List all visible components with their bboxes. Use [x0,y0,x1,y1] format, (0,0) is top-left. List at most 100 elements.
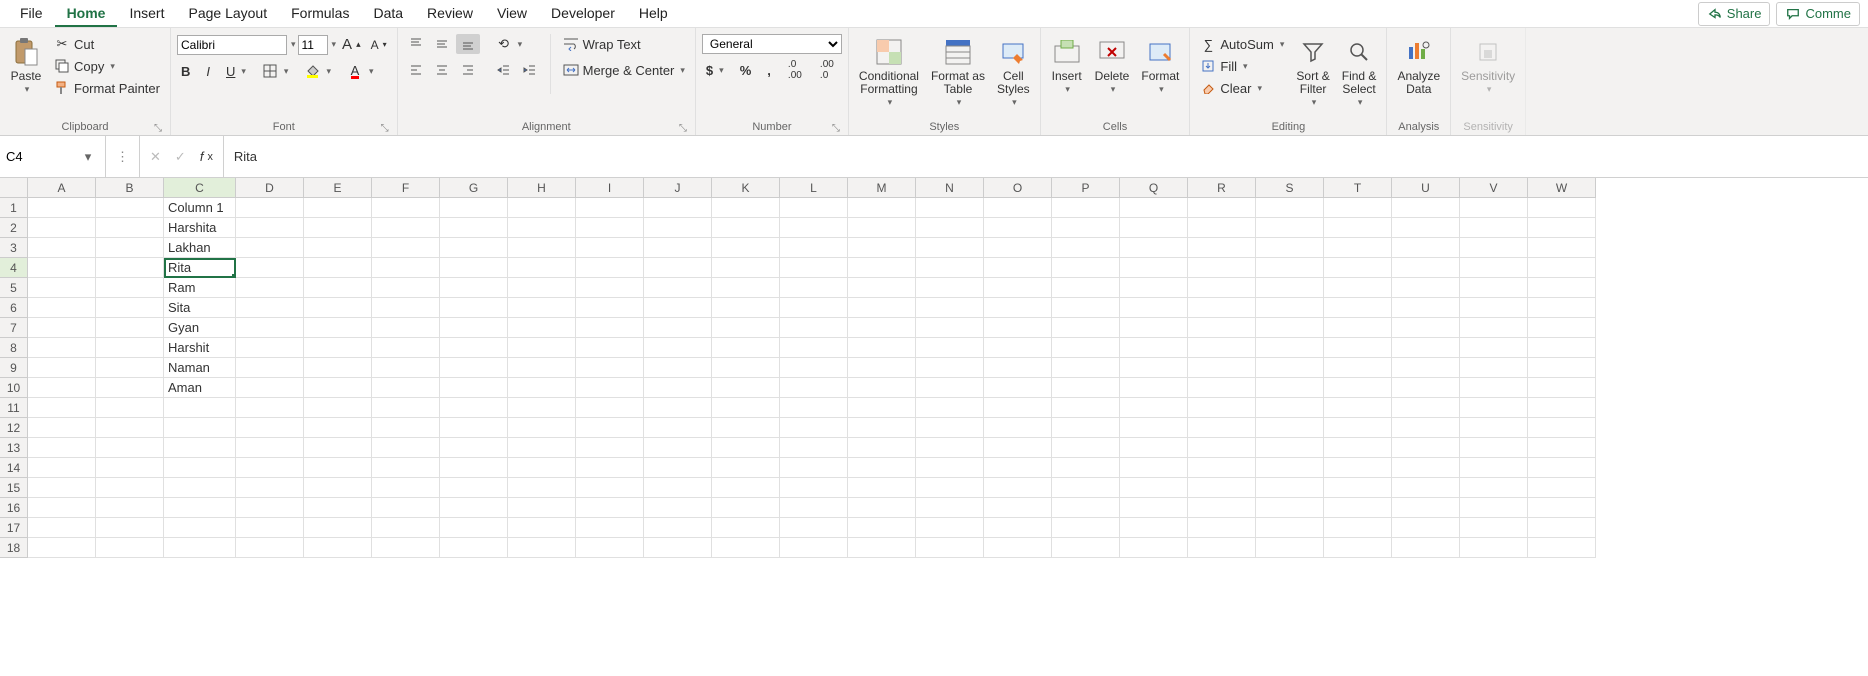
cell-B7[interactable] [96,318,164,338]
col-header-W[interactable]: W [1528,178,1596,198]
cell-L8[interactable] [780,338,848,358]
decrease-decimal-button[interactable]: .00.0 [815,60,839,80]
cell-I18[interactable] [576,538,644,558]
cell-M11[interactable] [848,398,916,418]
cell-G10[interactable] [440,378,508,398]
font-name-input[interactable] [177,35,287,55]
cell-G11[interactable] [440,398,508,418]
cell-I5[interactable] [576,278,644,298]
cell-K1[interactable] [712,198,780,218]
cell-N18[interactable] [916,538,984,558]
cell-I9[interactable] [576,358,644,378]
cell-A1[interactable] [28,198,96,218]
cell-L15[interactable] [780,478,848,498]
cell-M6[interactable] [848,298,916,318]
cell-D8[interactable] [236,338,304,358]
copy-button[interactable]: Copy ▾ [50,56,164,76]
cell-Q8[interactable] [1120,338,1188,358]
cell-U10[interactable] [1392,378,1460,398]
cell-C2[interactable]: Harshita [164,218,236,238]
cell-M9[interactable] [848,358,916,378]
cell-A12[interactable] [28,418,96,438]
cell-F5[interactable] [372,278,440,298]
row-header-2[interactable]: 2 [0,218,28,238]
cell-K2[interactable] [712,218,780,238]
cell-D17[interactable] [236,518,304,538]
cell-V1[interactable] [1460,198,1528,218]
cell-B15[interactable] [96,478,164,498]
cell-K9[interactable] [712,358,780,378]
conditional-formatting-button[interactable]: Conditional Formatting▾ [855,34,923,110]
cell-M10[interactable] [848,378,916,398]
cell-V18[interactable] [1460,538,1528,558]
cell-G2[interactable] [440,218,508,238]
bold-button[interactable]: B [177,62,194,81]
dialog-launcher-icon[interactable]: ⤡ [379,123,391,134]
cell-V10[interactable] [1460,378,1528,398]
cell-K14[interactable] [712,458,780,478]
cell-V12[interactable] [1460,418,1528,438]
cell-F3[interactable] [372,238,440,258]
col-header-O[interactable]: O [984,178,1052,198]
cell-D1[interactable] [236,198,304,218]
cell-styles-button[interactable]: Cell Styles▾ [993,34,1034,110]
row-header-11[interactable]: 11 [0,398,28,418]
row-header-5[interactable]: 5 [0,278,28,298]
cell-I4[interactable] [576,258,644,278]
col-header-H[interactable]: H [508,178,576,198]
cell-G6[interactable] [440,298,508,318]
cell-E15[interactable] [304,478,372,498]
col-header-N[interactable]: N [916,178,984,198]
cell-N13[interactable] [916,438,984,458]
cell-J18[interactable] [644,538,712,558]
fill-color-button[interactable]: ▾ [300,61,335,81]
cell-V15[interactable] [1460,478,1528,498]
increase-decimal-button[interactable]: .0.00 [783,60,807,80]
cell-V2[interactable] [1460,218,1528,238]
cell-H3[interactable] [508,238,576,258]
cell-S18[interactable] [1256,538,1324,558]
cell-Q2[interactable] [1120,218,1188,238]
cell-B8[interactable] [96,338,164,358]
cell-I7[interactable] [576,318,644,338]
cell-N6[interactable] [916,298,984,318]
cell-M14[interactable] [848,458,916,478]
cell-N12[interactable] [916,418,984,438]
cell-P5[interactable] [1052,278,1120,298]
cell-M1[interactable] [848,198,916,218]
cell-F16[interactable] [372,498,440,518]
row-header-4[interactable]: 4 [0,258,28,278]
comments-button[interactable]: Comme [1776,2,1860,26]
cell-P15[interactable] [1052,478,1120,498]
cell-S8[interactable] [1256,338,1324,358]
cell-Q11[interactable] [1120,398,1188,418]
cell-E11[interactable] [304,398,372,418]
cell-H14[interactable] [508,458,576,478]
cell-H8[interactable] [508,338,576,358]
cell-U5[interactable] [1392,278,1460,298]
cell-O9[interactable] [984,358,1052,378]
cell-D14[interactable] [236,458,304,478]
cell-F13[interactable] [372,438,440,458]
row-header-17[interactable]: 17 [0,518,28,538]
cell-K10[interactable] [712,378,780,398]
cell-B10[interactable] [96,378,164,398]
cell-W8[interactable] [1528,338,1596,358]
cell-J13[interactable] [644,438,712,458]
cell-D3[interactable] [236,238,304,258]
cell-C8[interactable]: Harshit [164,338,236,358]
cell-N3[interactable] [916,238,984,258]
cell-H13[interactable] [508,438,576,458]
cell-W6[interactable] [1528,298,1596,318]
cell-P9[interactable] [1052,358,1120,378]
col-header-R[interactable]: R [1188,178,1256,198]
cell-L7[interactable] [780,318,848,338]
cell-H12[interactable] [508,418,576,438]
cell-S14[interactable] [1256,458,1324,478]
col-header-A[interactable]: A [28,178,96,198]
cell-O17[interactable] [984,518,1052,538]
row-header-18[interactable]: 18 [0,538,28,558]
cell-E8[interactable] [304,338,372,358]
cell-C9[interactable]: Naman [164,358,236,378]
cell-A13[interactable] [28,438,96,458]
